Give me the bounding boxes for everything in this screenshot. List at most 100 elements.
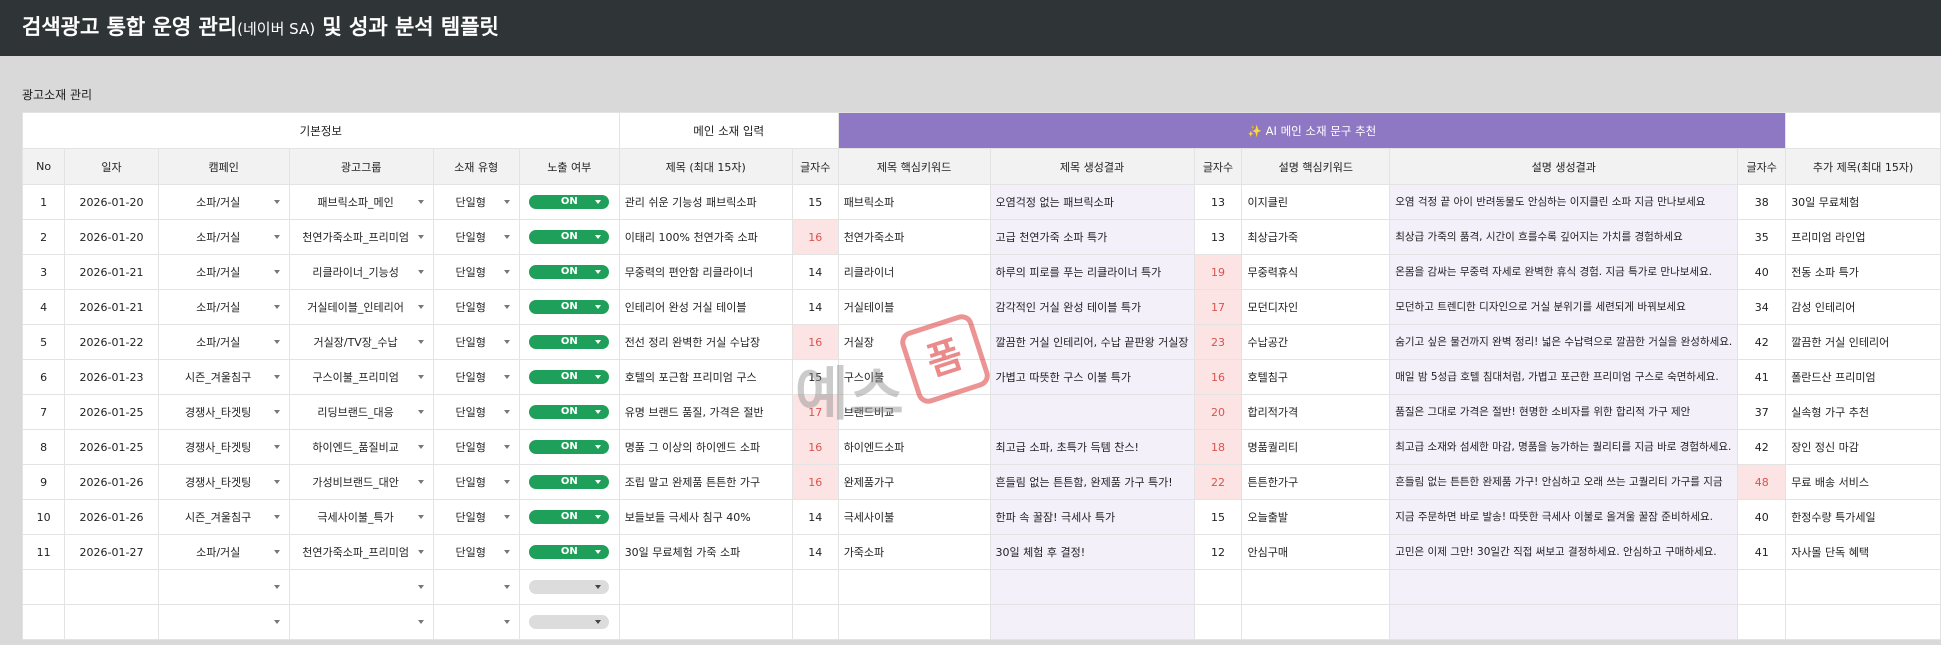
row-no[interactable]: 11 [21,534,66,570]
title-keyword-cell[interactable]: 하이엔드소파 [837,429,991,465]
empty-dropdown[interactable] [432,604,520,640]
desc-keyword-cell[interactable]: 명품퀄리티 [1241,429,1391,465]
empty-cell[interactable] [1785,569,1941,605]
campaign-dropdown[interactable]: 경쟁사_타겟팅 [157,394,290,430]
row-no[interactable]: 10 [21,499,66,535]
status-cell[interactable] [518,604,620,640]
status-cell[interactable]: ON [518,219,620,255]
title-keyword-cell[interactable]: 구스이불 [837,359,991,395]
extra-title-cell[interactable]: 자사몰 단독 혜택 [1785,534,1941,570]
empty-cell[interactable] [21,604,66,640]
empty-cell[interactable] [1737,569,1787,605]
empty-cell[interactable] [618,569,793,605]
status-cell[interactable]: ON [518,184,620,220]
empty-cell[interactable] [791,604,839,640]
col-no[interactable]: No [21,148,66,185]
extra-title-cell[interactable]: 깔끔한 거실 인테리어 [1785,324,1941,360]
desc-generated-cell[interactable]: 최고급 소재와 섬세한 마감, 명품을 능가하는 퀄리티를 지금 바로 경험하세… [1389,429,1739,465]
extra-title-cell[interactable]: 실속형 가구 추천 [1785,394,1941,430]
status-cell[interactable]: ON [518,499,620,535]
row-no[interactable]: 3 [21,254,66,290]
status-toggle[interactable]: ON [529,265,610,279]
row-no[interactable]: 2 [21,219,66,255]
row-no[interactable]: 5 [21,324,66,360]
date-cell[interactable]: 2026-01-26 [64,499,159,535]
title-cell[interactable]: 유명 브랜드 품질, 가격은 절반 [618,394,793,430]
title-generated-cell[interactable]: 고급 천연가죽 소파 특가 [989,219,1195,255]
col-status[interactable]: 노출 여부 [518,148,620,185]
col-desc-len[interactable]: 글자수 [1737,148,1787,185]
campaign-dropdown[interactable]: 소파/거실 [157,534,290,570]
title-generated-cell[interactable]: 한파 속 꿀잠! 극세사 특가 [989,499,1195,535]
title-cell[interactable]: 무중력의 편안함 리클라이너 [618,254,793,290]
desc-generated-cell[interactable]: 숨기고 싶은 물건까지 완벽 정리! 넓은 수납력으로 깔끔한 거실을 완성하세… [1389,324,1739,360]
date-cell[interactable]: 2026-01-25 [64,429,159,465]
status-cell[interactable]: ON [518,534,620,570]
title-generated-cell[interactable]: 30일 체험 후 결정! [989,534,1195,570]
col-title[interactable]: 제목 (최대 15자) [618,148,793,185]
extra-title-cell[interactable]: 프리미엄 라인업 [1785,219,1941,255]
title-generated-cell[interactable]: 감각적인 거실 완성 테이블 특가 [989,289,1195,325]
type-dropdown[interactable]: 단일형 [432,464,520,500]
status-toggle[interactable] [529,580,610,594]
desc-keyword-cell[interactable]: 무중력휴식 [1241,254,1391,290]
adgroup-dropdown[interactable]: 천연가죽소파_프리미엄 [288,534,434,570]
empty-cell[interactable] [837,604,991,640]
title-keyword-cell[interactable]: 거실테이블 [837,289,991,325]
col-desc-keyword[interactable]: 설명 핵심키워드 [1241,148,1391,185]
desc-generated-cell[interactable]: 품질은 그대로 가격은 절반! 현명한 소비자를 위한 합리적 가구 제안 [1389,394,1739,430]
title-keyword-cell[interactable]: 패브릭소파 [837,184,991,220]
empty-cell[interactable] [64,569,159,605]
campaign-dropdown[interactable]: 소파/거실 [157,254,290,290]
desc-keyword-cell[interactable]: 튼튼한가구 [1241,464,1391,500]
row-no[interactable]: 8 [21,429,66,465]
date-cell[interactable]: 2026-01-27 [64,534,159,570]
adgroup-dropdown[interactable]: 리딩브랜드_대응 [288,394,434,430]
empty-cell[interactable] [21,569,66,605]
desc-generated-cell[interactable]: 최상급 가죽의 품격, 시간이 흐를수록 깊어지는 가치를 경험하세요 [1389,219,1739,255]
desc-generated-cell[interactable]: 모던하고 트렌디한 디자인으로 거실 분위기를 세련되게 바꿔보세요 [1389,289,1739,325]
campaign-dropdown[interactable]: 경쟁사_타겟팅 [157,429,290,465]
empty-cell[interactable] [1389,569,1739,605]
type-dropdown[interactable]: 단일형 [432,324,520,360]
empty-cell[interactable] [1193,604,1243,640]
status-toggle[interactable]: ON [529,230,610,244]
desc-keyword-cell[interactable]: 최상급가죽 [1241,219,1391,255]
empty-cell[interactable] [1193,569,1243,605]
status-cell[interactable]: ON [518,254,620,290]
title-generated-cell[interactable]: 하루의 피로를 푸는 리클라이너 특가 [989,254,1195,290]
type-dropdown[interactable]: 단일형 [432,394,520,430]
title-keyword-cell[interactable]: 천연가죽소파 [837,219,991,255]
title-cell[interactable]: 전선 정리 완벽한 거실 수납장 [618,324,793,360]
status-cell[interactable] [518,569,620,605]
empty-dropdown[interactable] [288,569,434,605]
title-keyword-cell[interactable]: 브랜드비교 [837,394,991,430]
desc-keyword-cell[interactable]: 호텔침구 [1241,359,1391,395]
type-dropdown[interactable]: 단일형 [432,289,520,325]
title-keyword-cell[interactable]: 극세사이불 [837,499,991,535]
empty-cell[interactable] [1241,604,1391,640]
empty-dropdown[interactable] [432,569,520,605]
desc-generated-cell[interactable]: 온몸을 감싸는 무중력 자세로 완벽한 휴식 경험. 지금 특가로 만나보세요. [1389,254,1739,290]
type-dropdown[interactable]: 단일형 [432,534,520,570]
adgroup-dropdown[interactable]: 구스이불_프리미엄 [288,359,434,395]
title-cell[interactable]: 호텔의 포근함 프리미엄 구스 [618,359,793,395]
status-cell[interactable]: ON [518,464,620,500]
adgroup-dropdown[interactable]: 천연가죽소파_프리미엄 [288,219,434,255]
type-dropdown[interactable]: 단일형 [432,254,520,290]
status-cell[interactable]: ON [518,429,620,465]
status-cell[interactable]: ON [518,324,620,360]
status-cell[interactable]: ON [518,359,620,395]
campaign-dropdown[interactable]: 시즌_겨울침구 [157,499,290,535]
adgroup-dropdown[interactable]: 리클라이너_기능성 [288,254,434,290]
title-generated-cell[interactable] [989,394,1195,430]
extra-title-cell[interactable]: 전동 소파 특가 [1785,254,1941,290]
title-generated-cell[interactable]: 가볍고 따뜻한 구스 이불 특가 [989,359,1195,395]
status-cell[interactable]: ON [518,289,620,325]
empty-cell[interactable] [1389,604,1739,640]
row-no[interactable]: 4 [21,289,66,325]
title-generated-cell[interactable]: 최고급 소파, 초특가 득템 찬스! [989,429,1195,465]
title-keyword-cell[interactable]: 완제품가구 [837,464,991,500]
title-keyword-cell[interactable]: 가죽소파 [837,534,991,570]
empty-dropdown[interactable] [288,604,434,640]
